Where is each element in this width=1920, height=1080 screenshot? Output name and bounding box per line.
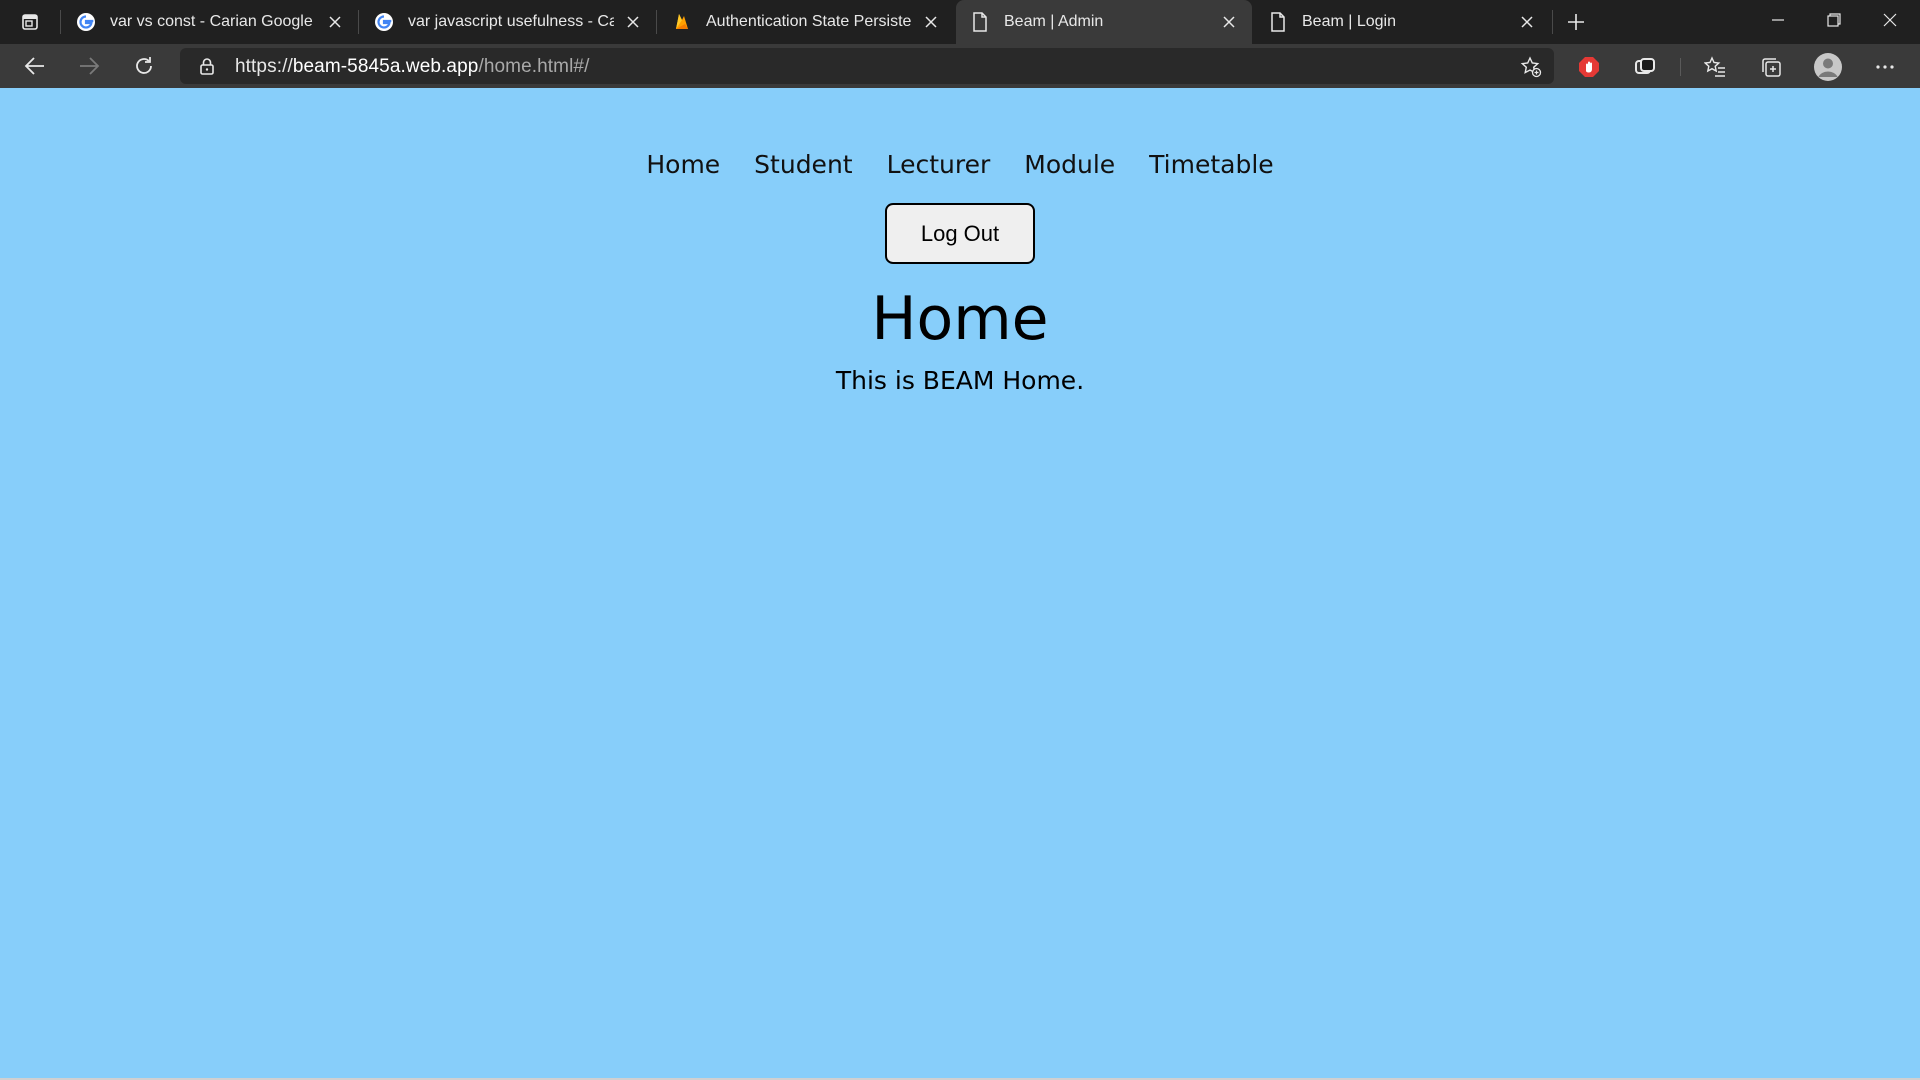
close-tab-icon[interactable] [622,11,644,33]
close-tab-icon[interactable] [324,11,346,33]
tab-title: Authentication State Persistence [706,13,912,30]
favorites-icon[interactable] [1702,54,1728,80]
forward-arrow-icon[interactable] [72,50,106,82]
nav-link-lecturer[interactable]: Lecturer [887,150,991,179]
page-title: Home [871,284,1049,354]
tab-title: Beam | Login [1302,13,1396,30]
extension-icon[interactable] [1632,54,1658,80]
page-content: Home Student Lecturer Module Timetable L… [0,88,1920,1080]
back-arrow-icon[interactable] [18,50,52,82]
page-icon [970,12,990,32]
refresh-icon[interactable] [127,50,161,82]
nav-link-module[interactable]: Module [1024,150,1115,179]
tab-actions-icon[interactable] [14,8,46,36]
tab-separator [60,10,61,34]
logout-button[interactable]: Log Out [885,203,1035,264]
tab-separator [1552,10,1553,34]
tab-title: var javascript usefulness - Carian [408,13,614,30]
main-nav: Home Student Lecturer Module Timetable [0,150,1920,179]
close-tab-icon[interactable] [1218,11,1240,33]
tab-separator [656,10,657,34]
firebase-flame-icon [672,12,692,32]
nav-link-home[interactable]: Home [646,150,720,179]
browser-toolbar: https://beam-5845a.web.app/home.html#/ [0,44,1920,88]
collections-icon[interactable] [1758,54,1784,80]
lock-icon[interactable] [198,57,216,75]
profile-avatar-icon[interactable] [1813,52,1843,82]
url-scheme: https:// [235,56,293,77]
tab-var-javascript-usefulness[interactable]: var javascript usefulness - Carian [360,0,656,44]
toolbar-separator [1680,58,1681,76]
adblock-extension-icon[interactable] [1576,54,1602,80]
close-window-icon[interactable] [1862,0,1918,40]
more-options-icon[interactable] [1872,54,1898,80]
minimize-icon[interactable] [1750,0,1806,40]
tab-separator [358,10,359,34]
tab-title: var vs const - Carian Google [110,13,313,30]
url-host: beam-5845a.web.app [292,56,479,77]
google-g-icon [374,12,394,32]
tab-beam-admin[interactable]: Beam | Admin [956,0,1252,44]
tab-title: Beam | Admin [1004,13,1104,30]
url-path: /home.html#/ [478,56,590,77]
nav-link-student[interactable]: Student [754,150,852,179]
google-g-icon [76,12,96,32]
new-tab-icon[interactable] [1562,8,1590,36]
add-favorite-star-icon[interactable] [1520,56,1542,78]
tab-beam-login[interactable]: Beam | Login [1254,0,1550,44]
tab-strip: var vs const - Carian Google var javascr… [0,0,1920,44]
tab-var-vs-const[interactable]: var vs const - Carian Google [62,0,358,44]
restore-icon[interactable] [1806,0,1862,40]
tab-authentication-state-persistence[interactable]: Authentication State Persistence [658,0,954,44]
page-icon [1268,12,1288,32]
page-description: This is BEAM Home. [835,366,1085,395]
close-tab-icon[interactable] [920,11,942,33]
address-bar[interactable]: https://beam-5845a.web.app/home.html#/ [180,48,1554,84]
nav-link-timetable[interactable]: Timetable [1149,150,1274,179]
close-tab-icon[interactable] [1516,11,1538,33]
url-text[interactable]: https://beam-5845a.web.app/home.html#/ [235,56,589,78]
